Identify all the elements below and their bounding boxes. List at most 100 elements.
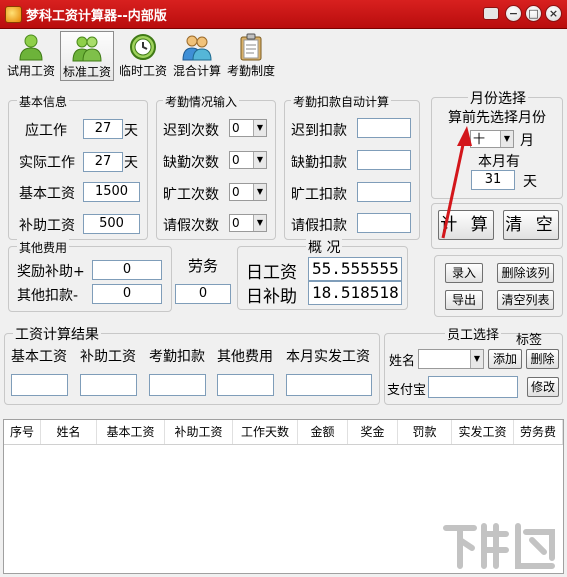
other-deduction-input[interactable]: 0 (92, 284, 162, 304)
tab-temp-wage[interactable]: 临时工资 (116, 31, 170, 81)
tab-trial-wage[interactable]: 试用工资 (4, 31, 58, 81)
daily-subsidy-label: 日补助 (246, 287, 297, 307)
window-title: 梦科工资计算器--内部版 (26, 9, 167, 24)
result-header: 本月实发工资 (286, 349, 370, 365)
group-legend: 工资计算结果 (13, 324, 101, 344)
watermark-logo (443, 523, 555, 569)
table-header-cell[interactable]: 姓名 (41, 420, 97, 444)
truancy-deduction-field[interactable] (357, 182, 411, 202)
employee-name-select[interactable]: ▼ (418, 349, 484, 369)
maximize-button[interactable]: □ (525, 5, 542, 22)
group-legend: 月份选择 (468, 88, 528, 108)
chevron-down-icon[interactable]: ▼ (253, 120, 266, 136)
leave-count-label: 请假次数 (163, 218, 219, 234)
minimize-button[interactable]: − (505, 5, 522, 22)
work-days-label: 应工作 (25, 123, 67, 139)
month-days-unit: 天 (523, 174, 537, 190)
month-value: 十 (473, 132, 486, 146)
tab-label: 临时工资 (118, 64, 167, 78)
calculate-button[interactable]: 计 算 (438, 210, 494, 240)
actual-days-unit: 天 (124, 155, 138, 171)
group-legend: 概 况 (306, 237, 343, 257)
table-header-cell[interactable]: 罚款 (398, 420, 452, 444)
leave-deduction-field[interactable] (357, 213, 411, 233)
result-header: 其他费用 (217, 349, 273, 365)
spinner-value: 0 (232, 153, 240, 167)
skin-icon[interactable] (483, 7, 499, 20)
table-header-cell[interactable]: 实发工资 (452, 420, 514, 444)
table-header-cell[interactable]: 工作天数 (233, 420, 298, 444)
tab-label: 考勤制度 (226, 64, 275, 78)
absence-count-spinner[interactable]: 0 ▼ (229, 151, 267, 169)
users-icon (182, 35, 212, 61)
tab-label: 混合计算 (172, 64, 221, 78)
bonus-input[interactable]: 0 (92, 260, 162, 280)
leave-deduction-label: 请假扣款 (291, 218, 347, 234)
tab-label: 试用工资 (6, 64, 55, 78)
alipay-label: 支付宝 (387, 383, 427, 398)
title-bar[interactable]: 梦科工资计算器--内部版 − □ × (0, 0, 567, 29)
actual-days-input[interactable]: 27 (83, 152, 123, 172)
subsidy-input[interactable]: 500 (83, 214, 140, 234)
modify-button[interactable]: 修改 (527, 377, 559, 397)
table-header-cell[interactable]: 劳务费 (514, 420, 563, 444)
spinner-value: 0 (232, 185, 240, 199)
tab-standard-wage[interactable]: 标准工资 (60, 31, 114, 81)
people-icon (72, 36, 102, 62)
daily-subsidy-value: 18.518518 (308, 281, 402, 305)
base-wage-input[interactable]: 1500 (83, 182, 140, 202)
chevron-down-icon[interactable]: ▼ (253, 215, 266, 231)
work-days-unit: 天 (124, 123, 138, 139)
clear-button[interactable]: 清 空 (503, 210, 559, 240)
close-button[interactable]: × (545, 5, 562, 22)
table-header-cell[interactable]: 奖金 (348, 420, 398, 444)
enter-button[interactable]: 录入 (445, 263, 483, 283)
chevron-down-icon[interactable]: ▼ (470, 350, 483, 368)
spinner-value: 0 (232, 121, 240, 135)
tab-attendance-rules[interactable]: 考勤制度 (224, 31, 278, 81)
truancy-count-label: 旷工次数 (163, 187, 219, 203)
month-days-field[interactable]: 31 (471, 170, 515, 190)
result-header: 基本工资 (11, 349, 67, 365)
result-net-pay-field[interactable] (286, 374, 372, 396)
leave-count-spinner[interactable]: 0 ▼ (229, 214, 267, 232)
subsidy-label: 补助工资 (19, 218, 75, 234)
alipay-input[interactable] (428, 376, 518, 398)
delete-employee-button[interactable]: 删除 (526, 349, 559, 369)
late-deduction-field[interactable] (357, 118, 411, 138)
add-employee-button[interactable]: 添加 (488, 349, 522, 369)
result-deduction-field[interactable] (149, 374, 206, 396)
group-legend: 考勤扣款自动计算 (291, 93, 392, 110)
result-subsidy-field[interactable] (80, 374, 137, 396)
result-other-fees-field[interactable] (217, 374, 274, 396)
labor-label: 劳务 (188, 257, 219, 275)
export-button[interactable]: 导出 (445, 290, 483, 310)
absence-count-label: 缺勤次数 (163, 155, 219, 171)
chevron-down-icon[interactable]: ▼ (253, 152, 266, 168)
table-header-cell[interactable]: 补助工资 (165, 420, 233, 444)
delete-row-button[interactable]: 删除该列 (497, 263, 554, 283)
clear-list-button[interactable]: 清空列表 (497, 290, 554, 310)
tab-mixed-calc[interactable]: 混合计算 (170, 31, 224, 81)
table-header-cell[interactable]: 金额 (298, 420, 348, 444)
result-base-wage-field[interactable] (11, 374, 68, 396)
chevron-down-icon[interactable]: ▼ (500, 131, 513, 147)
chevron-down-icon[interactable]: ▼ (253, 184, 266, 200)
month-select[interactable]: 十 ▼ (470, 130, 514, 148)
table-header: 序号 姓名 基本工资 补助工资 工作天数 金额 奖金 罚款 实发工资 劳务费 (4, 420, 563, 445)
name-label: 姓名 (389, 354, 416, 369)
watermark (440, 518, 560, 574)
app-icon (5, 6, 22, 23)
truancy-count-spinner[interactable]: 0 ▼ (229, 183, 267, 201)
table-header-cell[interactable]: 序号 (4, 420, 41, 444)
spinner-value: 0 (232, 216, 240, 230)
table-header-cell[interactable]: 基本工资 (97, 420, 165, 444)
truancy-deduction-label: 旷工扣款 (291, 187, 347, 203)
absence-deduction-field[interactable] (357, 150, 411, 170)
late-deduction-label: 迟到扣款 (291, 123, 347, 139)
work-days-input[interactable]: 27 (83, 119, 123, 139)
labor-input[interactable]: 0 (175, 284, 231, 304)
other-deduction-label: 其他扣款- (17, 288, 79, 304)
late-count-spinner[interactable]: 0 ▼ (229, 119, 267, 137)
group-legend: 考勤情况输入 (163, 93, 240, 110)
